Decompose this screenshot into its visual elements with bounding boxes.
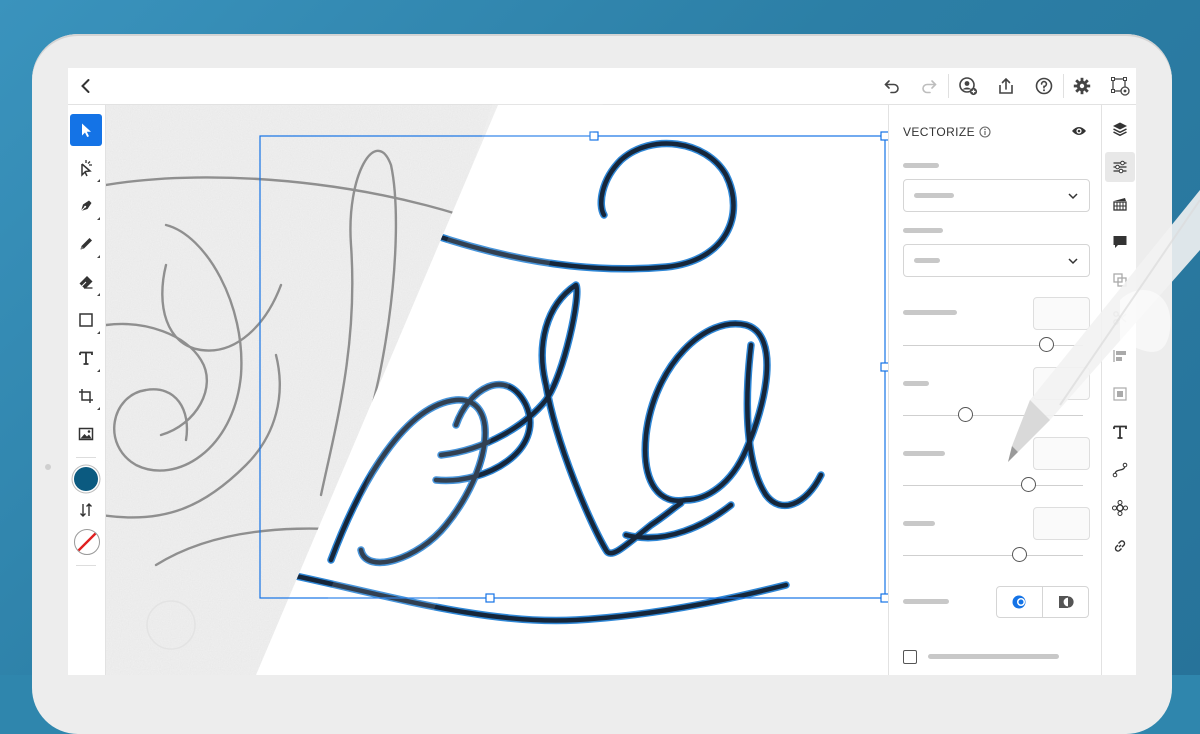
rectangle-icon[interactable]: [70, 304, 102, 336]
vector-preview-icon[interactable]: [1108, 74, 1132, 98]
placeholder-label: [903, 163, 939, 168]
place-image-icon[interactable]: [70, 418, 102, 450]
lettering-artwork: [106, 105, 888, 675]
eraser-icon[interactable]: [70, 266, 102, 298]
slider-knob[interactable]: [1012, 547, 1027, 562]
info-icon[interactable]: [979, 125, 991, 143]
app-screen: VECTORIZE: [68, 68, 1136, 675]
toolbar-divider: [76, 457, 96, 458]
panel-title: VECTORIZE: [903, 125, 976, 139]
placeholder-label: [903, 599, 949, 604]
output-mode-segmented: [996, 586, 1089, 618]
toolbar-divider: [948, 74, 949, 98]
properties-icon[interactable]: [1105, 152, 1135, 182]
placeholder-label: [903, 451, 945, 456]
undo-icon[interactable]: [880, 74, 904, 98]
link-icon[interactable]: [1105, 531, 1135, 561]
placeholder-label: [903, 521, 935, 526]
help-icon[interactable]: [1032, 74, 1056, 98]
direct-selection-icon[interactable]: [70, 152, 102, 184]
crop-icon[interactable]: [70, 380, 102, 412]
share-icon[interactable]: [994, 74, 1018, 98]
shape-icon[interactable]: [1105, 493, 1135, 523]
chevron-left-icon[interactable]: [74, 74, 98, 98]
type-icon[interactable]: [70, 342, 102, 374]
slider-track[interactable]: [903, 555, 1083, 556]
top-bar: [68, 68, 1136, 105]
option-checkbox[interactable]: [903, 650, 917, 664]
swap-colors-icon[interactable]: [77, 501, 95, 519]
camera-dot: [45, 464, 51, 470]
toolbar-divider: [76, 565, 96, 566]
artboard-canvas[interactable]: [106, 105, 888, 675]
tools-toolbar: [68, 105, 106, 675]
toolbar-divider: [1063, 74, 1064, 98]
pen-icon[interactable]: [70, 190, 102, 222]
fill-color-swatch[interactable]: [74, 467, 98, 491]
settings-icon[interactable]: [1070, 74, 1094, 98]
placeholder-label: [928, 654, 1059, 659]
invite-user-icon[interactable]: [956, 74, 980, 98]
placeholder-label: [903, 381, 929, 386]
eye-icon[interactable]: [1071, 124, 1087, 143]
selection-arrow-icon[interactable]: [70, 114, 102, 146]
slider-knob[interactable]: [958, 407, 973, 422]
outline-mode-icon[interactable]: [1011, 594, 1029, 615]
placeholder-label: [903, 310, 957, 315]
value-field[interactable]: [1033, 507, 1090, 540]
slider-track[interactable]: [903, 485, 1083, 486]
redo-icon[interactable]: [917, 74, 941, 98]
placeholder-label: [903, 228, 943, 233]
layers-icon[interactable]: [1105, 114, 1135, 144]
stylus-pencil: [1008, 190, 1200, 462]
stroke-none-swatch[interactable]: [74, 529, 100, 555]
pencil-icon[interactable]: [70, 228, 102, 260]
fill-mode-icon[interactable]: [1057, 594, 1075, 615]
